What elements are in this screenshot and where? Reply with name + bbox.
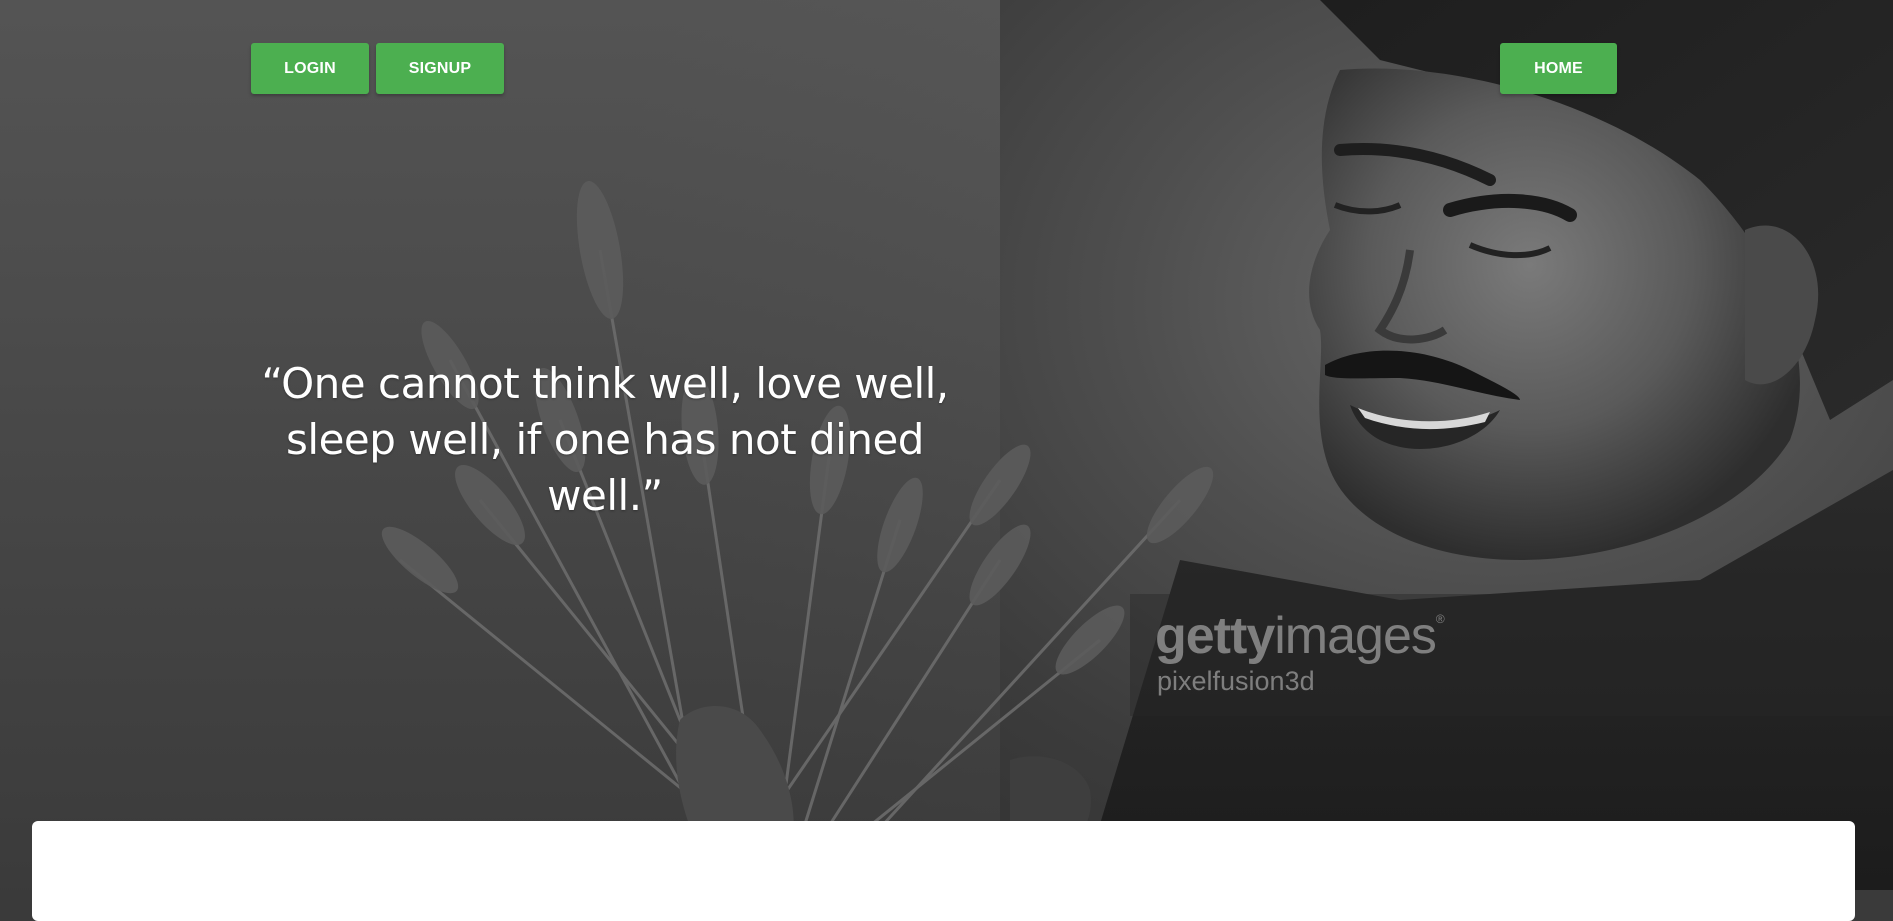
- getty-images-watermark-logo: gettyimages®: [1155, 606, 1445, 666]
- hero-quote-line-2: sleep well, if one has not dined well.”: [286, 415, 924, 520]
- signup-button[interactable]: SIGNUP: [376, 43, 504, 94]
- hero-quote: “One cannot think well, love well, sleep…: [240, 356, 970, 524]
- watermark-brand-bold: getty: [1155, 607, 1275, 665]
- home-button[interactable]: HOME: [1500, 43, 1617, 94]
- watermark-credit: pixelfusion3d: [1157, 666, 1315, 696]
- watermark-registered-mark: ®: [1435, 612, 1445, 626]
- hero-section: gettyimages® pixelfusion3d LOGIN SIGNUP …: [0, 0, 1893, 890]
- watermark-brand-light: images: [1274, 607, 1437, 665]
- content-card: [32, 821, 1855, 921]
- hero-quote-line-1: “One cannot think well, love well,: [261, 359, 949, 408]
- login-button[interactable]: LOGIN: [251, 43, 369, 94]
